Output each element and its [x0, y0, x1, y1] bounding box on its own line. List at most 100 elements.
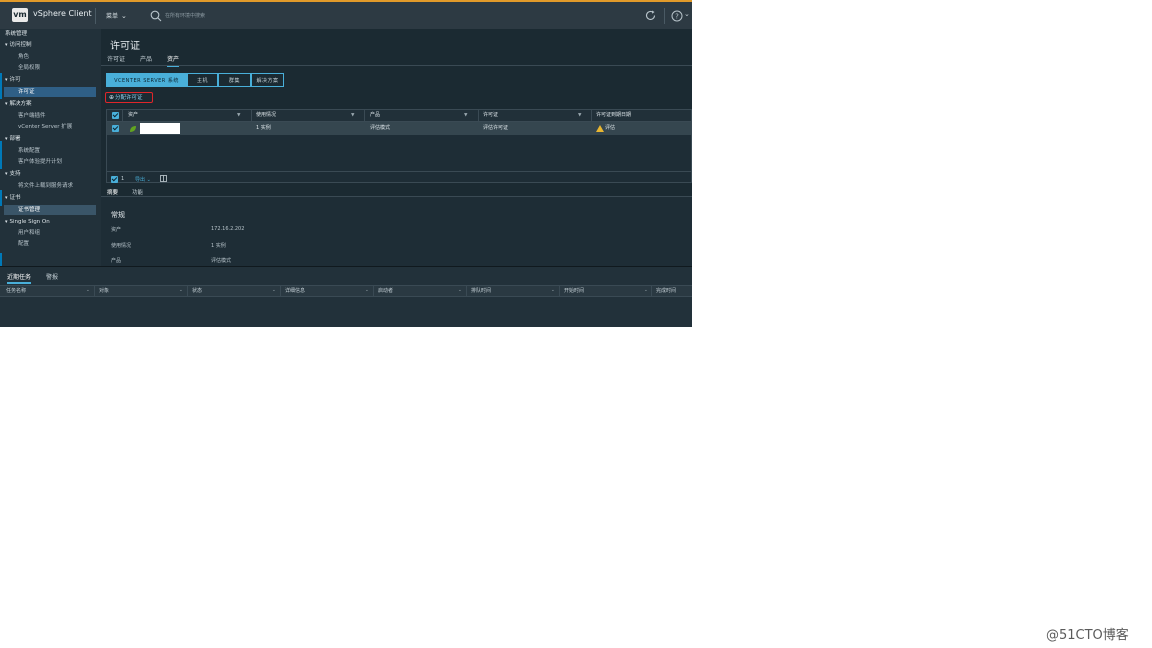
column-header-asset[interactable]: 资产 — [128, 110, 138, 121]
usage-cell: 1 实例 — [256, 125, 271, 131]
column-divider — [251, 110, 252, 121]
tab-alarms[interactable]: 警报 — [46, 272, 58, 281]
admin-sidebar: 系统管理 ▾ 访问控制 角色 全局权限 ▾ 许可 许可证 ▾ 解决方案 客户端插件 v… — [0, 29, 102, 266]
column-divider — [651, 286, 652, 296]
filter-icon[interactable]: ⌄ — [272, 286, 276, 296]
toolbar-divider — [95, 8, 96, 24]
filter-icon[interactable]: ⌄ — [179, 286, 183, 296]
search-icon[interactable] — [150, 10, 162, 22]
help-icon[interactable]: ? — [671, 10, 683, 22]
column-header-details[interactable]: 详细信息 — [285, 286, 305, 296]
vsphere-client-window: vm vSphere Client 菜单 ⌄ 在所有环境中搜索 ? ⌄ 系统管理 … — [0, 0, 692, 327]
select-all-checkbox[interactable] — [112, 112, 119, 119]
asset-name-redacted — [140, 123, 180, 134]
detail-key-asset: 资产 — [111, 227, 122, 233]
sidebar-item-roles[interactable]: 角色 — [0, 52, 100, 62]
segment-clusters[interactable]: 群集 — [218, 73, 251, 87]
page-title: 许可证 — [110, 41, 140, 52]
filter-icon[interactable]: ⌄ — [365, 286, 369, 296]
filter-icon[interactable]: ⌄ — [86, 286, 90, 296]
sidebar-item-system-config[interactable]: 系统配置 — [0, 146, 100, 156]
column-divider — [373, 286, 374, 296]
grid-header: 资产 ▼ 使用情况 ▼ 产品 ▼ 许可证 ▼ 许可证到期日期 — [107, 110, 691, 122]
sidebar-section-support[interactable]: ▾ 支持 — [0, 169, 105, 179]
column-header-usage[interactable]: 使用情况 — [256, 110, 276, 121]
column-header-object[interactable]: 对象 — [99, 286, 109, 296]
detail-value-usage: 1 实例 — [211, 243, 226, 249]
filter-icon[interactable]: ▼ — [578, 110, 581, 121]
sidebar-item-vcenter-extensions[interactable]: vCenter Server 扩展 — [0, 122, 100, 132]
detail-value-asset: 172.16.2.202 — [211, 226, 245, 232]
filter-icon[interactable]: ▼ — [351, 110, 354, 121]
search-input[interactable]: 在所有环境中搜索 — [165, 12, 205, 19]
column-header-task-name[interactable]: 任务名称 — [6, 286, 26, 296]
chevron-down-icon: ⌄ — [121, 12, 127, 20]
column-header-product[interactable]: 产品 — [370, 110, 380, 121]
sidebar-section-access-control[interactable]: ▾ 访问控制 — [0, 40, 105, 50]
refresh-icon[interactable] — [644, 9, 657, 22]
tab-recent-tasks[interactable]: 近期任务 — [7, 272, 32, 284]
filter-icon[interactable]: ▼ — [237, 110, 240, 121]
column-divider — [94, 286, 95, 296]
sidebar-item-ceip[interactable]: 客户体验提升计划 — [0, 157, 100, 167]
tab-features[interactable]: 功能 — [132, 188, 143, 196]
caret-down-icon: ▾ — [5, 77, 8, 83]
column-divider — [559, 286, 560, 296]
segment-hosts[interactable]: 主机 — [187, 73, 218, 87]
sidebar-section-solutions[interactable]: ▾ 解决方案 — [0, 99, 105, 109]
column-header-expiry[interactable]: 许可证到期日期 — [596, 110, 631, 121]
sidebar-section-deployment[interactable]: ▾ 部署 — [0, 134, 105, 144]
sidebar-item-certificate-management[interactable]: 证书管理 — [4, 205, 96, 215]
footer-select-checkbox[interactable] — [111, 176, 118, 183]
section-title-general: 常规 — [111, 211, 125, 219]
assign-license-icon: ⊕ — [109, 94, 115, 101]
tab-products[interactable]: 产品 — [140, 54, 152, 63]
menu-button[interactable]: 菜单 ⌄ — [106, 11, 127, 20]
column-header-license[interactable]: 许可证 — [483, 110, 498, 121]
caret-down-icon: ▾ — [5, 219, 8, 225]
column-divider — [466, 286, 467, 296]
sidebar-item-sso-config[interactable]: 配置 — [0, 239, 100, 249]
filter-icon[interactable]: ▼ — [464, 110, 467, 121]
caret-down-icon: ▾ — [5, 42, 8, 48]
filter-icon[interactable]: ⌄ — [458, 286, 462, 296]
sidebar-section-sso[interactable]: ▾ Single Sign On — [0, 217, 105, 227]
warning-icon — [596, 125, 604, 132]
grid-footer: 1 导出 ⌄ — [106, 171, 692, 186]
segment-solutions[interactable]: 解决方案 — [251, 73, 284, 87]
row-checkbox[interactable] — [112, 125, 119, 132]
vm-logo: vm — [12, 8, 28, 22]
product-cell: 评估模式 — [370, 125, 391, 131]
columns-icon[interactable] — [160, 175, 167, 182]
column-header-start-time[interactable]: 开始时间 — [564, 286, 584, 296]
filter-icon[interactable]: ⌄ — [551, 286, 555, 296]
detail-key-product: 产品 — [111, 258, 122, 264]
menu-button-label: 菜单 — [106, 13, 119, 20]
tab-licenses[interactable]: 许可证 — [107, 54, 125, 63]
filter-icon[interactable]: ⌄ — [644, 286, 648, 296]
vcenter-server-icon — [130, 126, 136, 132]
segment-vcenter-systems[interactable]: VCENTER SERVER 系统 — [106, 73, 187, 87]
sidebar-section-certificates[interactable]: ▾ 证书 — [0, 193, 105, 203]
column-header-initiator[interactable]: 启动者 — [378, 286, 393, 296]
sidebar-item-upload-file[interactable]: 将文件上载到服务请求 — [0, 181, 100, 191]
sidebar-item-licenses[interactable]: 许可证 — [4, 87, 96, 97]
tasks-table-header: 任务名称 ⌄ 对象 ⌄ 状态 ⌄ 详细信息 ⌄ 启动者 ⌄ 排队时间 ⌄ 开始时… — [0, 285, 692, 297]
sidebar-item-client-plugins[interactable]: 客户端插件 — [0, 111, 100, 121]
column-divider — [280, 286, 281, 296]
column-header-queued-for[interactable]: 排队时间 — [471, 286, 491, 296]
export-link[interactable]: 导出 ⌄ — [135, 176, 151, 183]
chevron-down-icon[interactable]: ⌄ — [684, 10, 690, 18]
sidebar-section-admin: 系统管理 — [5, 31, 28, 37]
column-header-completion-time[interactable]: 完成时间 — [656, 286, 676, 296]
caret-down-icon: ▾ — [5, 136, 8, 142]
table-row[interactable]: 1 实例 评估模式 评估许可证 评估 — [107, 122, 691, 135]
sidebar-section-licensing[interactable]: ▾ 许可 — [0, 75, 105, 85]
detail-value-product: 评估模式 — [211, 258, 232, 264]
sidebar-accent — [0, 253, 2, 266]
sidebar-item-users-groups[interactable]: 用户和组 — [0, 228, 100, 238]
sidebar-item-global-permissions[interactable]: 全局权限 — [0, 63, 100, 73]
column-header-status[interactable]: 状态 — [192, 286, 202, 296]
top-navigation-bar: vm vSphere Client 菜单 ⌄ 在所有环境中搜索 ? ⌄ — [0, 2, 692, 30]
assign-license-button[interactable]: ⊕分配许可证 — [105, 92, 153, 103]
